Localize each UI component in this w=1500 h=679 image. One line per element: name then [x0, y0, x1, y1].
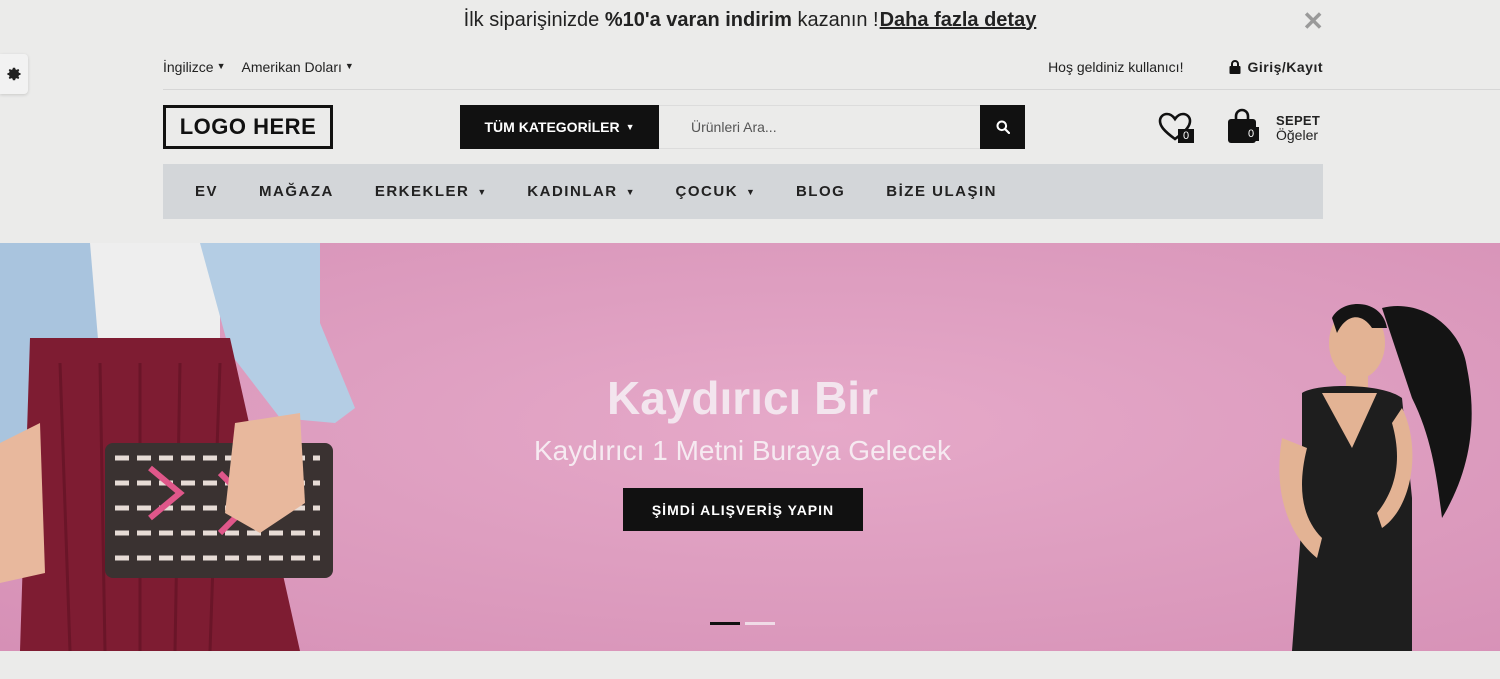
nav-item-label: BİZE ULAŞIN	[886, 183, 997, 200]
slider-dot-1[interactable]	[710, 622, 740, 625]
slider-dot-2[interactable]	[745, 622, 775, 625]
hero-subtitle: Kaydırıcı 1 Metni Buraya Gelecek	[533, 435, 952, 466]
cart-count-badge: 0	[1243, 127, 1259, 141]
site-logo[interactable]: LOGO HERE	[163, 105, 333, 149]
slider-pagination	[710, 622, 775, 625]
close-icon[interactable]: ✕	[1302, 6, 1324, 37]
chevron-down-icon: ▼	[216, 61, 226, 71]
nav-item-women[interactable]: KADINLAR ▼	[527, 183, 634, 200]
nav-item-blog[interactable]: BLOG	[796, 183, 845, 200]
nav-item-label: ERKEKLER	[374, 183, 470, 200]
nav-item-men[interactable]: ERKEKLER ▼	[375, 183, 486, 200]
page-content-strip	[0, 651, 1500, 679]
wishlist-button[interactable]: 0	[1158, 112, 1196, 146]
welcome-text: Hoş geldiniz kullanıcı!	[1048, 59, 1184, 75]
nav-item-label: KADINLAR	[527, 183, 618, 200]
announcement-details-link[interactable]: Daha fazla detay	[880, 9, 1037, 32]
caret-down-icon: ▼	[625, 186, 635, 197]
nav-item-label: EV	[195, 183, 219, 200]
search-bar: TÜM KATEGORİLER ▼	[460, 105, 1025, 149]
cart-subtitle: Öğeler	[1276, 127, 1319, 143]
login-label: Giriş/Kayıt	[1247, 59, 1323, 75]
chevron-down-icon: ▼	[344, 61, 354, 71]
cart-button[interactable]: 0 SEPET Öğeler	[1226, 108, 1326, 146]
all-categories-label: TÜM KATEGORİLER	[484, 119, 620, 135]
wishlist-count-badge: 0	[1178, 129, 1194, 143]
lock-icon	[1229, 60, 1241, 74]
hero-model-right-image	[1279, 304, 1472, 651]
language-dropdown[interactable]: İngilizce ▼	[163, 59, 226, 75]
hero-slider: Kaydırıcı Bir Kaydırıcı 1 Metni Buraya G…	[0, 243, 1500, 651]
currency-label: Amerikan Doları	[241, 59, 342, 75]
currency-dropdown[interactable]: Amerikan Doları ▼	[242, 59, 354, 75]
nav-item-contact[interactable]: BİZE ULAŞIN	[886, 183, 997, 200]
all-categories-dropdown[interactable]: TÜM KATEGORİLER ▼	[460, 105, 659, 149]
nav-item-home[interactable]: EV	[195, 183, 218, 200]
announcement-text: İlk siparişinizde %10'a varan indirim ka…	[463, 8, 879, 31]
header-divider	[163, 89, 1500, 90]
caret-down-icon: ▼	[625, 122, 635, 132]
search-input[interactable]	[659, 105, 980, 149]
nav-item-label: BLOG	[795, 183, 846, 200]
nav-item-label: ÇOCUK	[675, 183, 739, 200]
cart-bag: 0	[1226, 108, 1260, 144]
shop-now-button[interactable]: ŞİMDİ ALIŞVERİŞ YAPIN	[623, 488, 863, 531]
main-nav: EV MAĞAZA ERKEKLER ▼ KADINLAR ▼ ÇOCUK ▼ BLO…	[163, 164, 1323, 219]
nav-item-kids[interactable]: ÇOCUK ▼	[676, 183, 755, 200]
gear-icon	[7, 67, 21, 81]
caret-down-icon: ▼	[477, 186, 487, 197]
search-button[interactable]	[980, 105, 1025, 149]
search-icon	[996, 120, 1010, 134]
cart-title: SEPET	[1276, 113, 1321, 128]
nav-item-label: MAĞAZA	[259, 183, 334, 200]
caret-down-icon: ▼	[746, 186, 755, 197]
hero-title: Kaydırıcı Bir	[607, 372, 878, 424]
settings-gear-button[interactable]	[0, 54, 28, 94]
announcement-bar: İlk siparişinizde %10'a varan indirim ka…	[0, 0, 1500, 40]
utility-bar: İngilizce ▼ Amerikan Doları ▼ Hoş geldin…	[163, 52, 1323, 82]
login-register-link[interactable]: Giriş/Kayıt	[1229, 59, 1323, 75]
nav-item-shop[interactable]: MAĞAZA	[259, 183, 334, 200]
language-label: İngilizce	[163, 59, 214, 75]
cart-text: SEPET Öğeler	[1276, 108, 1321, 143]
